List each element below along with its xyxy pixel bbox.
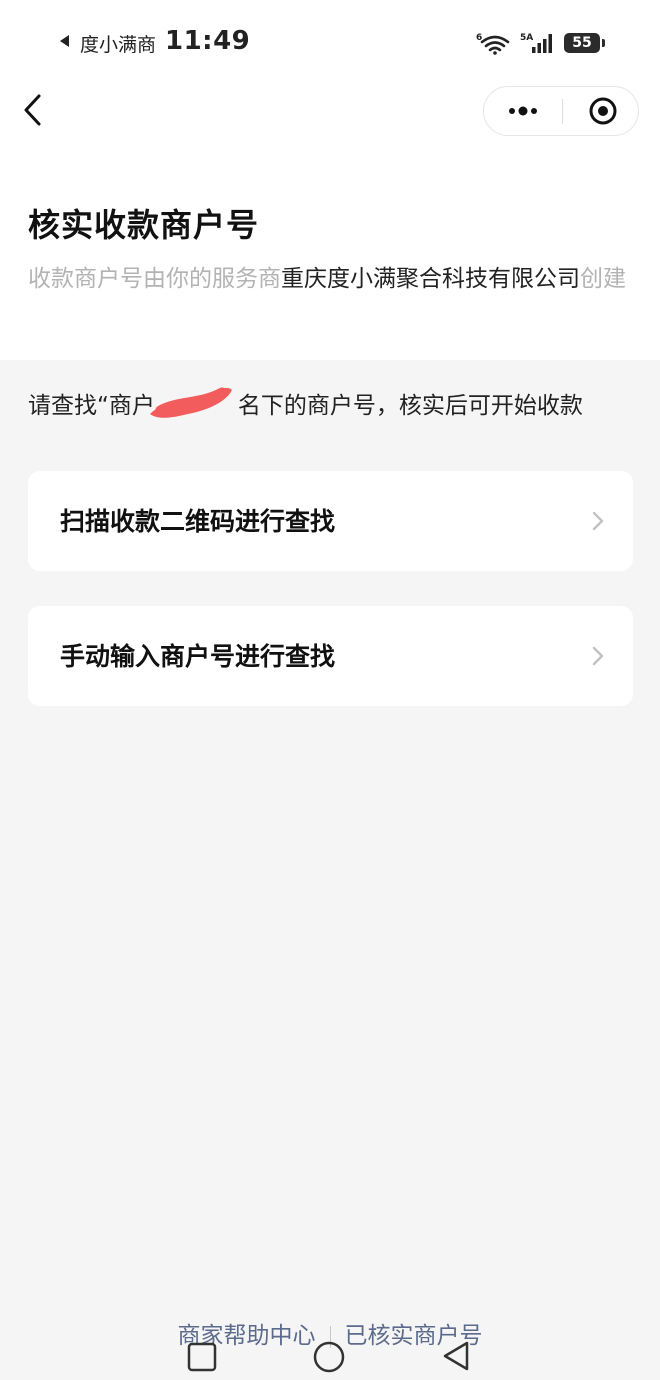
target-circle-icon[interactable] — [563, 87, 639, 135]
instruction-text: 请查找“商户 名下的商户号，核实后可开始收款 — [28, 386, 583, 420]
more-dots-icon[interactable] — [484, 87, 562, 135]
page-title: 核实收款商户号 — [28, 206, 260, 244]
scan-qr-option-label: 扫描收款二维码进行查找 — [60, 507, 336, 536]
signal-label: 5A — [520, 33, 533, 43]
manual-input-option-label: 手动输入商户号进行查找 — [60, 642, 336, 671]
clock: 11:49 — [165, 26, 251, 56]
status-bar: 度小满商 11:49 6 5A 55 — [0, 0, 660, 86]
home-icon[interactable] — [313, 1341, 345, 1373]
manual-input-option[interactable]: 手动输入商户号进行查找 — [28, 606, 633, 706]
back-chevron-icon[interactable] — [18, 90, 58, 130]
status-icons: 6 5A 55 — [476, 28, 605, 58]
wifi-icon: 6 — [476, 33, 510, 55]
return-app-arrow-icon[interactable] — [60, 35, 69, 47]
miniprogram-capsule — [483, 86, 639, 136]
system-nav-bar — [187, 1341, 469, 1373]
subtitle-prefix: 收款商户号由你的服务商 — [28, 266, 281, 292]
back-triangle-icon[interactable] — [443, 1341, 469, 1371]
signal-icon: 5A — [520, 33, 552, 53]
instruction-suffix: 名下的商户号，核实后可开始收款 — [237, 393, 583, 419]
chevron-right-icon — [592, 646, 604, 666]
subtitle-tail: 创建 — [580, 266, 626, 292]
scan-qr-option[interactable]: 扫描收款二维码进行查找 — [28, 471, 633, 571]
return-app-label[interactable]: 度小满商 — [80, 30, 158, 57]
service-provider-name: 重庆度小满聚合科技有限公司 — [281, 266, 580, 292]
red-scribble-redaction — [150, 387, 232, 418]
chevron-right-icon — [592, 511, 604, 531]
recent-apps-icon[interactable] — [187, 1342, 217, 1372]
instruction-prefix: 请查找“商户 — [28, 393, 155, 419]
battery-indicator: 55 — [564, 33, 605, 53]
subtitle: 收款商户号由你的服务商重庆度小满聚合科技有限公司创建 — [28, 260, 628, 299]
